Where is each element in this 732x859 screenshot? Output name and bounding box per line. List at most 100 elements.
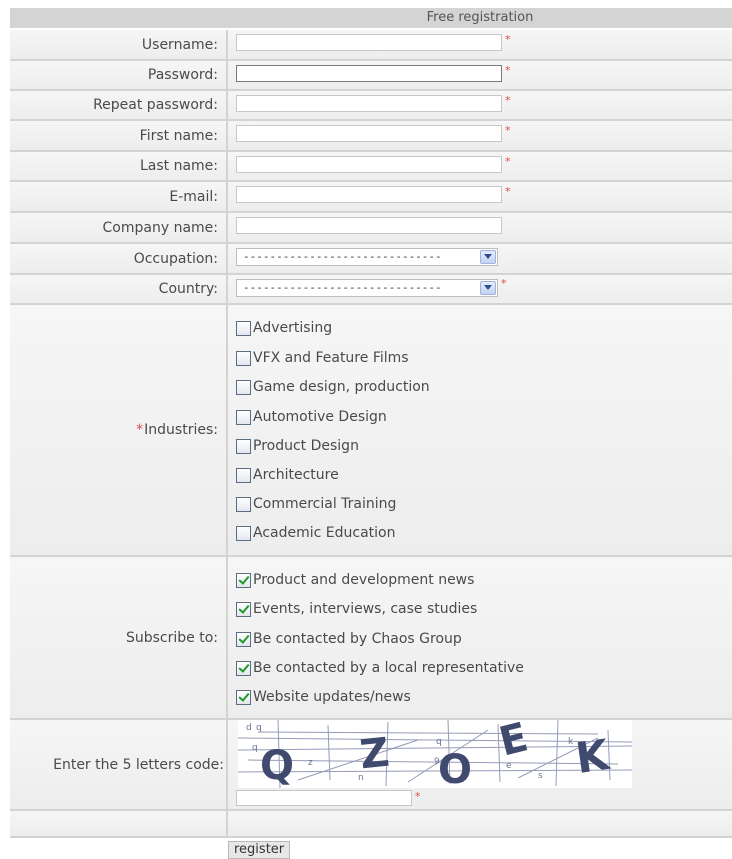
industry-option[interactable]: Game design, production bbox=[236, 377, 430, 397]
row-repeat-password: Repeat password: * bbox=[10, 91, 732, 121]
checkbox-unchecked[interactable] bbox=[236, 379, 251, 395]
country-cell: ------------------------------ * bbox=[228, 275, 732, 303]
industry-option[interactable]: Commercial Training bbox=[236, 494, 396, 514]
company-name-cell bbox=[228, 213, 732, 242]
username-input[interactable] bbox=[236, 34, 502, 51]
first-name-input[interactable] bbox=[236, 125, 502, 142]
repeat-password-cell: * bbox=[228, 91, 732, 119]
svg-text:q: q bbox=[256, 723, 262, 733]
required-mark: * bbox=[415, 790, 421, 803]
captcha-label: Enter the 5 letters code: bbox=[53, 756, 224, 773]
checkbox-unchecked[interactable] bbox=[236, 409, 251, 425]
industry-option-label: Game design, production bbox=[253, 379, 430, 395]
repeat-password-input[interactable] bbox=[236, 95, 502, 112]
required-mark: * bbox=[505, 64, 511, 77]
occupation-selected-value: ------------------------------ bbox=[243, 250, 442, 263]
checkbox-unchecked[interactable] bbox=[236, 350, 251, 366]
checkbox-unchecked[interactable] bbox=[236, 320, 251, 336]
required-mark: * bbox=[501, 277, 507, 290]
required-mark: * bbox=[505, 185, 511, 198]
industry-option[interactable]: Architecture bbox=[236, 465, 339, 485]
svg-text:z: z bbox=[308, 758, 313, 768]
checkbox-checked[interactable] bbox=[236, 601, 251, 617]
country-label: Country: bbox=[158, 281, 218, 297]
checkbox-checked[interactable] bbox=[236, 631, 251, 647]
industry-option-label: Architecture bbox=[253, 467, 339, 483]
checkbox-checked[interactable] bbox=[236, 572, 251, 588]
country-selected-value: ------------------------------ bbox=[243, 281, 442, 294]
subscribe-option[interactable]: Product and development news bbox=[236, 570, 474, 590]
captcha-letter: Q bbox=[260, 743, 295, 788]
subscribe-option[interactable]: Website updates/news bbox=[236, 687, 411, 707]
occupation-cell: ------------------------------ bbox=[228, 244, 732, 273]
register-button[interactable]: register bbox=[228, 841, 291, 859]
checkbox-unchecked[interactable] bbox=[236, 525, 251, 541]
industry-option[interactable]: Automotive Design bbox=[236, 407, 387, 427]
industries-cell: Advertising VFX and Feature Films Game d… bbox=[228, 305, 732, 555]
password-cell: * bbox=[228, 61, 732, 89]
form-header: Free registration bbox=[10, 8, 732, 28]
required-mark: * bbox=[505, 33, 511, 46]
required-mark: * bbox=[505, 124, 511, 137]
row-company-name: Company name: bbox=[10, 213, 732, 244]
required-mark: * bbox=[136, 422, 144, 438]
row-username: Username: * bbox=[10, 30, 732, 61]
checkbox-checked[interactable] bbox=[236, 689, 251, 705]
svg-text:s: s bbox=[538, 771, 543, 781]
checkbox-unchecked[interactable] bbox=[236, 467, 251, 483]
industry-option[interactable]: Advertising bbox=[236, 318, 332, 338]
checkbox-unchecked[interactable] bbox=[236, 496, 251, 512]
subscribe-option[interactable]: Be contacted by a local representative bbox=[236, 658, 524, 678]
checkbox-checked[interactable] bbox=[236, 660, 251, 676]
country-select[interactable]: ------------------------------ bbox=[236, 279, 498, 297]
industry-option-label: Commercial Training bbox=[253, 496, 397, 512]
subscribe-option[interactable]: Events, interviews, case studies bbox=[236, 599, 477, 619]
row-occupation: Occupation: ----------------------------… bbox=[10, 244, 732, 275]
industry-option-label: VFX and Feature Films bbox=[253, 350, 409, 366]
repeat-password-label: Repeat password: bbox=[93, 97, 218, 113]
username-label: Username: bbox=[141, 36, 218, 53]
email-input[interactable] bbox=[236, 186, 502, 203]
row-last-name: Last name: * bbox=[10, 152, 732, 182]
industry-option-label: Product Design bbox=[253, 438, 359, 454]
first-name-label: First name: bbox=[139, 127, 218, 144]
chevron-down-icon[interactable] bbox=[480, 250, 496, 264]
row-subscribe: Subscribe to: Product and development ne… bbox=[10, 557, 732, 720]
email-label: E-mail: bbox=[169, 188, 218, 205]
industry-option-label: Advertising bbox=[253, 320, 333, 336]
email-cell: * bbox=[228, 182, 732, 211]
industry-option[interactable]: Product Design bbox=[236, 436, 359, 456]
industries-label-cell: * Industries: bbox=[10, 305, 226, 555]
subscribe-option-label: Website updates/news bbox=[253, 689, 411, 705]
last-name-input[interactable] bbox=[236, 156, 502, 173]
subscribe-label: Subscribe to: bbox=[125, 629, 218, 646]
chevron-down-icon[interactable] bbox=[480, 281, 496, 295]
checkbox-unchecked[interactable] bbox=[236, 438, 251, 454]
first-name-cell: * bbox=[228, 121, 732, 150]
industry-option-label: Academic Education bbox=[253, 525, 396, 541]
subscribe-option-label: Be contacted by Chaos Group bbox=[253, 631, 462, 647]
form-title: Free registration bbox=[426, 10, 534, 25]
subscribe-option-label: Product and development news bbox=[253, 572, 475, 588]
subscribe-option[interactable]: Be contacted by Chaos Group bbox=[236, 629, 462, 649]
occupation-select[interactable]: ------------------------------ bbox=[236, 248, 498, 266]
last-name-cell: * bbox=[228, 152, 732, 180]
required-mark: * bbox=[505, 155, 511, 168]
captcha-noise: dq qz q9 ks en bbox=[238, 720, 632, 788]
password-input[interactable] bbox=[236, 65, 502, 82]
captcha-input[interactable] bbox=[236, 790, 412, 806]
industry-option[interactable]: Academic Education bbox=[236, 523, 395, 543]
captcha-letter: Z bbox=[357, 729, 392, 779]
row-email: E-mail: * bbox=[10, 182, 732, 213]
company-name-input[interactable] bbox=[236, 217, 502, 234]
row-spacer bbox=[10, 811, 732, 838]
required-mark: * bbox=[505, 94, 511, 107]
row-captcha: Enter the 5 letters code: d q q z q 9 k … bbox=[10, 720, 732, 811]
last-name-label: Last name: bbox=[139, 158, 218, 174]
column-divider bbox=[226, 811, 228, 836]
password-label: Password: bbox=[147, 67, 218, 83]
captcha-letter: O bbox=[438, 747, 473, 788]
industry-option[interactable]: VFX and Feature Films bbox=[236, 348, 409, 368]
username-cell: * bbox=[228, 30, 732, 59]
row-first-name: First name: * bbox=[10, 121, 732, 152]
